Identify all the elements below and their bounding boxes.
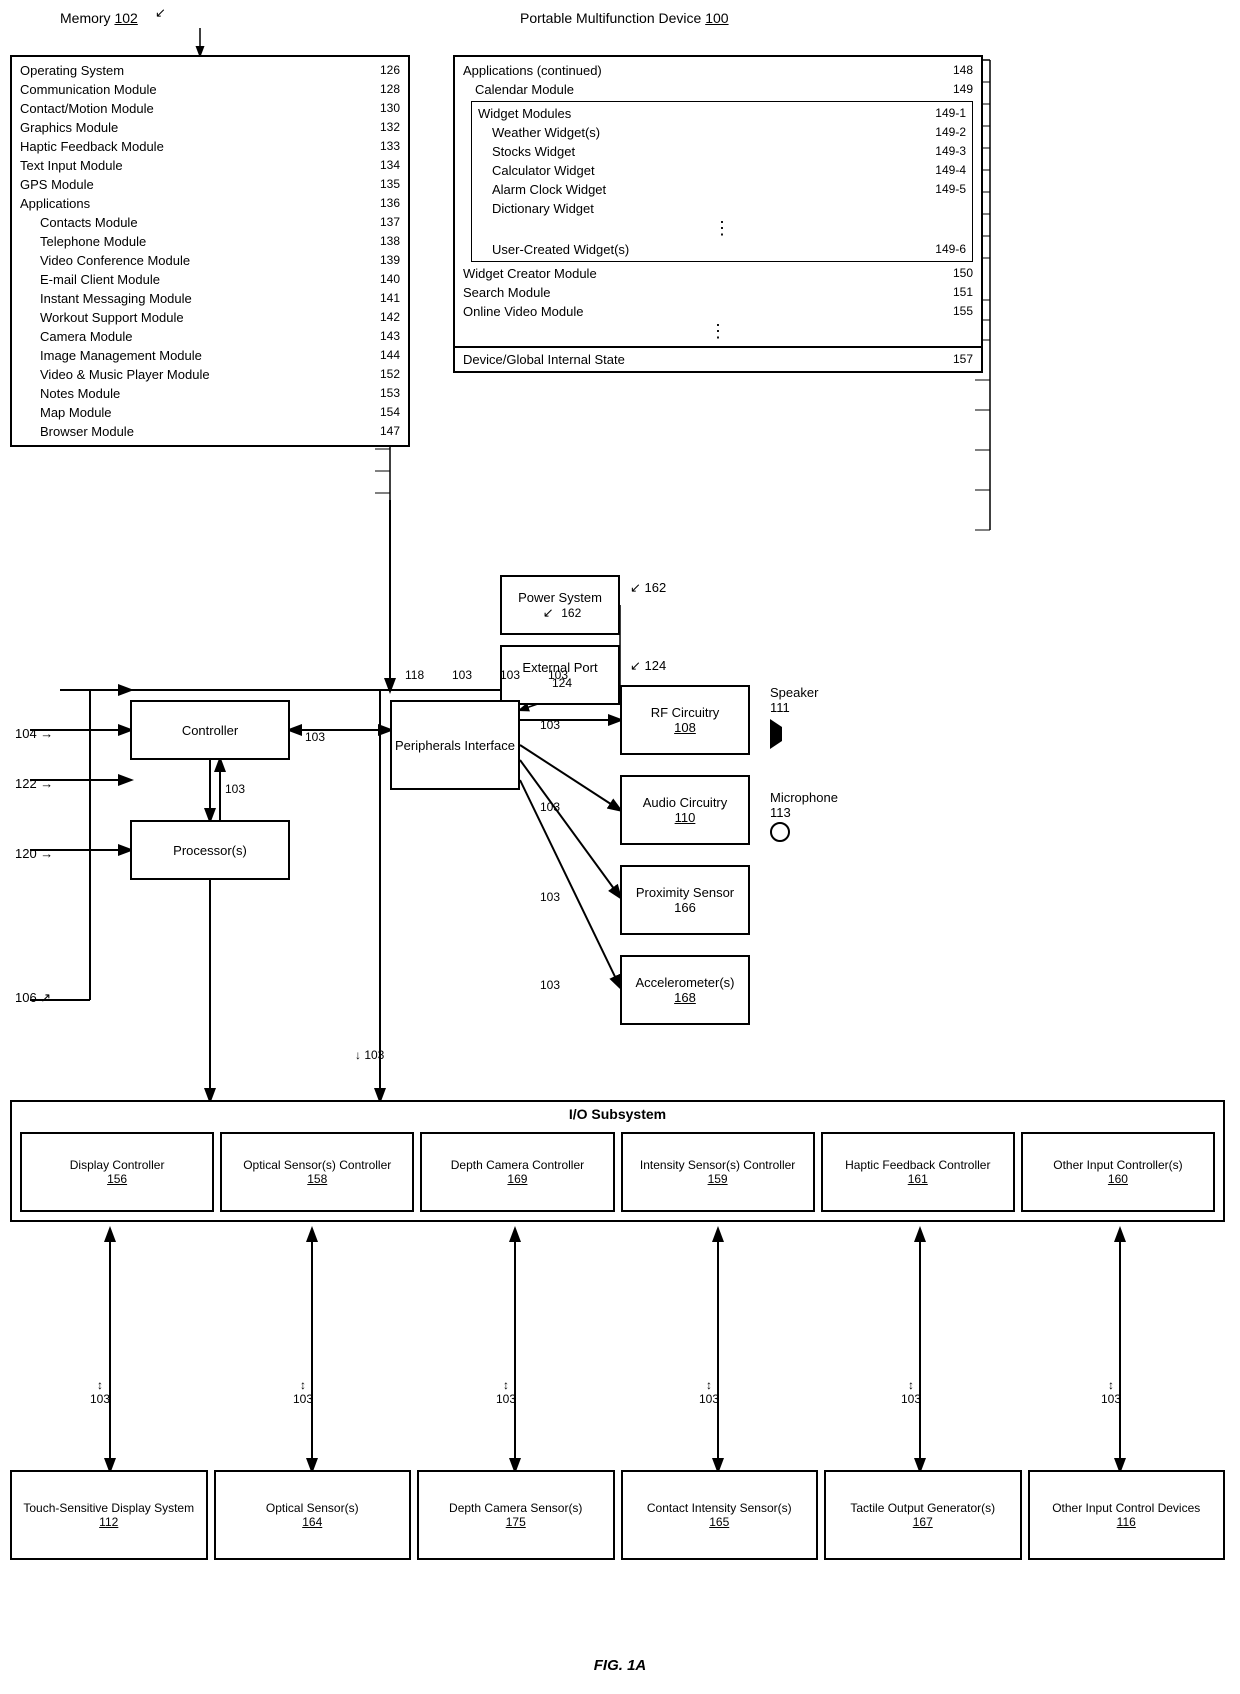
bottom-sensor-row: Touch-Sensitive Display System 112 Optic… <box>10 1470 1225 1560</box>
pmd-box: Applications (continued) 148 Calendar Mo… <box>453 55 983 373</box>
ref-103-audio: 103 <box>540 800 560 814</box>
power-ref-label: ↙ 162 <box>630 580 666 596</box>
memory-item-telephone: Telephone Module 138 <box>20 232 400 251</box>
speaker-label: Speaker 111 <box>770 685 818 752</box>
ref-103-accel: 103 <box>540 978 560 992</box>
bottom-other-input-control: Other Input Control Devices 116 <box>1028 1470 1226 1560</box>
io-intensity-sensor-controller: Intensity Sensor(s) Controller 159 <box>621 1132 815 1212</box>
pmd-item-weather: Weather Widget(s) 149-2 <box>478 123 966 142</box>
ref-103-bus3: 103 <box>548 668 568 682</box>
ref-118: 118 <box>405 668 424 682</box>
bottom-touch-display: Touch-Sensitive Display System 112 <box>10 1470 208 1560</box>
bottom-contact-intensity: Contact Intensity Sensor(s) 165 <box>621 1470 819 1560</box>
pmd-item-onlinevideo: Online Video Module 155 <box>463 302 973 321</box>
ref-120: 120 → <box>15 846 53 861</box>
memory-item-browser: Browser Module 147 <box>20 422 400 441</box>
audio-circuitry-box: Audio Circuitry 110 <box>620 775 750 845</box>
memory-item-comm: Communication Module 128 <box>20 80 400 99</box>
bottom-tactile-output: Tactile Output Generator(s) 167 <box>824 1470 1022 1560</box>
ref-103-io2: ↕103 <box>293 1378 313 1406</box>
memory-arrow-label: ↙ <box>155 5 166 21</box>
pmd-dots2: ⋮ <box>463 321 973 343</box>
pmd-widget-box: Widget Modules 149-1 Weather Widget(s) 1… <box>471 101 973 262</box>
ref-103-io6: ↕103 <box>1101 1378 1121 1406</box>
io-subsystem: I/O Subsystem Display Controller 156 Opt… <box>10 1100 1225 1222</box>
pmd-item-widgetcreator: Widget Creator Module 150 <box>463 264 973 283</box>
memory-item-im: Instant Messaging Module 141 <box>20 289 400 308</box>
pmd-item-stocks: Stocks Widget 149-3 <box>478 142 966 161</box>
pmd-item-dictionary: Dictionary Widget <box>478 199 966 218</box>
ref-103-io: ↓ 103 <box>355 1048 384 1062</box>
memory-item-videoplayer: Video & Music Player Module 152 <box>20 365 400 384</box>
memory-item-email: E-mail Client Module 140 <box>20 270 400 289</box>
fig-caption: FIG. 1A <box>594 1657 647 1674</box>
pmd-item-search: Search Module 151 <box>463 283 973 302</box>
pmd-item-widget-modules: Widget Modules 149-1 <box>478 104 966 123</box>
memory-title: Memory 102 <box>60 10 138 26</box>
bottom-depth-camera-sensor: Depth Camera Sensor(s) 175 <box>417 1470 615 1560</box>
ref-122: 122 → <box>15 776 53 791</box>
memory-item-haptic: Haptic Feedback Module 133 <box>20 137 400 156</box>
controller-box: Controller <box>130 700 290 760</box>
io-boxes-row: Display Controller 156 Optical Sensor(s)… <box>16 1128 1219 1216</box>
memory-item-imagemgmt: Image Management Module 144 <box>20 346 400 365</box>
diagram-container: Memory 102 ↙ Operating System 126 Commun… <box>0 0 1240 1694</box>
extport-ref-label: ↙ 124 <box>630 658 666 674</box>
power-system-box: Power System ↙ 162 <box>500 575 620 635</box>
ref-103-bus2: 103 <box>500 668 520 682</box>
microphone-label: Microphone 113 <box>770 790 838 845</box>
io-depth-camera-controller: Depth Camera Controller 169 <box>420 1132 614 1212</box>
ref-103-proc: 103 <box>225 782 245 796</box>
rf-circuitry-box: RF Circuitry 108 <box>620 685 750 755</box>
ref-104: 104 → <box>15 726 53 741</box>
memory-item-applications: Applications 136 <box>20 194 400 213</box>
ref-103-io3: ↕103 <box>496 1378 516 1406</box>
ref-103-rf: 103 <box>540 718 560 732</box>
pmd-item-calendar: Calendar Module 149 <box>463 80 973 99</box>
ref-103-ctrl: 103 <box>305 730 325 744</box>
memory-box: Operating System 126 Communication Modul… <box>10 55 410 447</box>
processor-box: Processor(s) <box>130 820 290 880</box>
io-other-input-controller: Other Input Controller(s) 160 <box>1021 1132 1215 1212</box>
pmd-title: Portable Multifunction Device 100 <box>520 10 729 26</box>
ref-103-bus1: 103 <box>452 668 472 682</box>
pmd-item-appscont: Applications (continued) 148 <box>463 61 973 80</box>
memory-item-graphics: Graphics Module 132 <box>20 118 400 137</box>
pmd-item-calculator: Calculator Widget 149-4 <box>478 161 966 180</box>
pmd-dots1: ⋮ <box>478 218 966 240</box>
ref-103-io5: ↕103 <box>901 1378 921 1406</box>
memory-item-gps: GPS Module 135 <box>20 175 400 194</box>
accelerometer-box: Accelerometer(s) 168 <box>620 955 750 1025</box>
pmd-item-alarm: Alarm Clock Widget 149-5 <box>478 180 966 199</box>
proximity-sensor-box: Proximity Sensor 166 <box>620 865 750 935</box>
peripherals-interface-box: Peripherals Interface <box>390 700 520 790</box>
memory-item-camera: Camera Module 143 <box>20 327 400 346</box>
memory-item-videoconf: Video Conference Module 139 <box>20 251 400 270</box>
memory-item-map: Map Module 154 <box>20 403 400 422</box>
memory-item-text: Text Input Module 134 <box>20 156 400 175</box>
bottom-optical-sensor: Optical Sensor(s) 164 <box>214 1470 412 1560</box>
memory-item-workout: Workout Support Module 142 <box>20 308 400 327</box>
pmd-device-state: Device/Global Internal State 157 <box>455 346 981 371</box>
memory-item-contact: Contact/Motion Module 130 <box>20 99 400 118</box>
memory-item-notes: Notes Module 153 <box>20 384 400 403</box>
io-optical-sensor-controller: Optical Sensor(s) Controller 158 <box>220 1132 414 1212</box>
ref-106: 106 ↗ <box>15 990 51 1006</box>
ref-103-io4: ↕103 <box>699 1378 719 1406</box>
ref-103-prox: 103 <box>540 890 560 904</box>
io-haptic-feedback-controller: Haptic Feedback Controller 161 <box>821 1132 1015 1212</box>
ref-103-io1: ↕103 <box>90 1378 110 1406</box>
io-display-controller: Display Controller 156 <box>20 1132 214 1212</box>
pmd-item-usercreated: User-Created Widget(s) 149-6 <box>478 240 966 259</box>
memory-item-os: Operating System 126 <box>20 61 400 80</box>
memory-item-contacts: Contacts Module 137 <box>20 213 400 232</box>
